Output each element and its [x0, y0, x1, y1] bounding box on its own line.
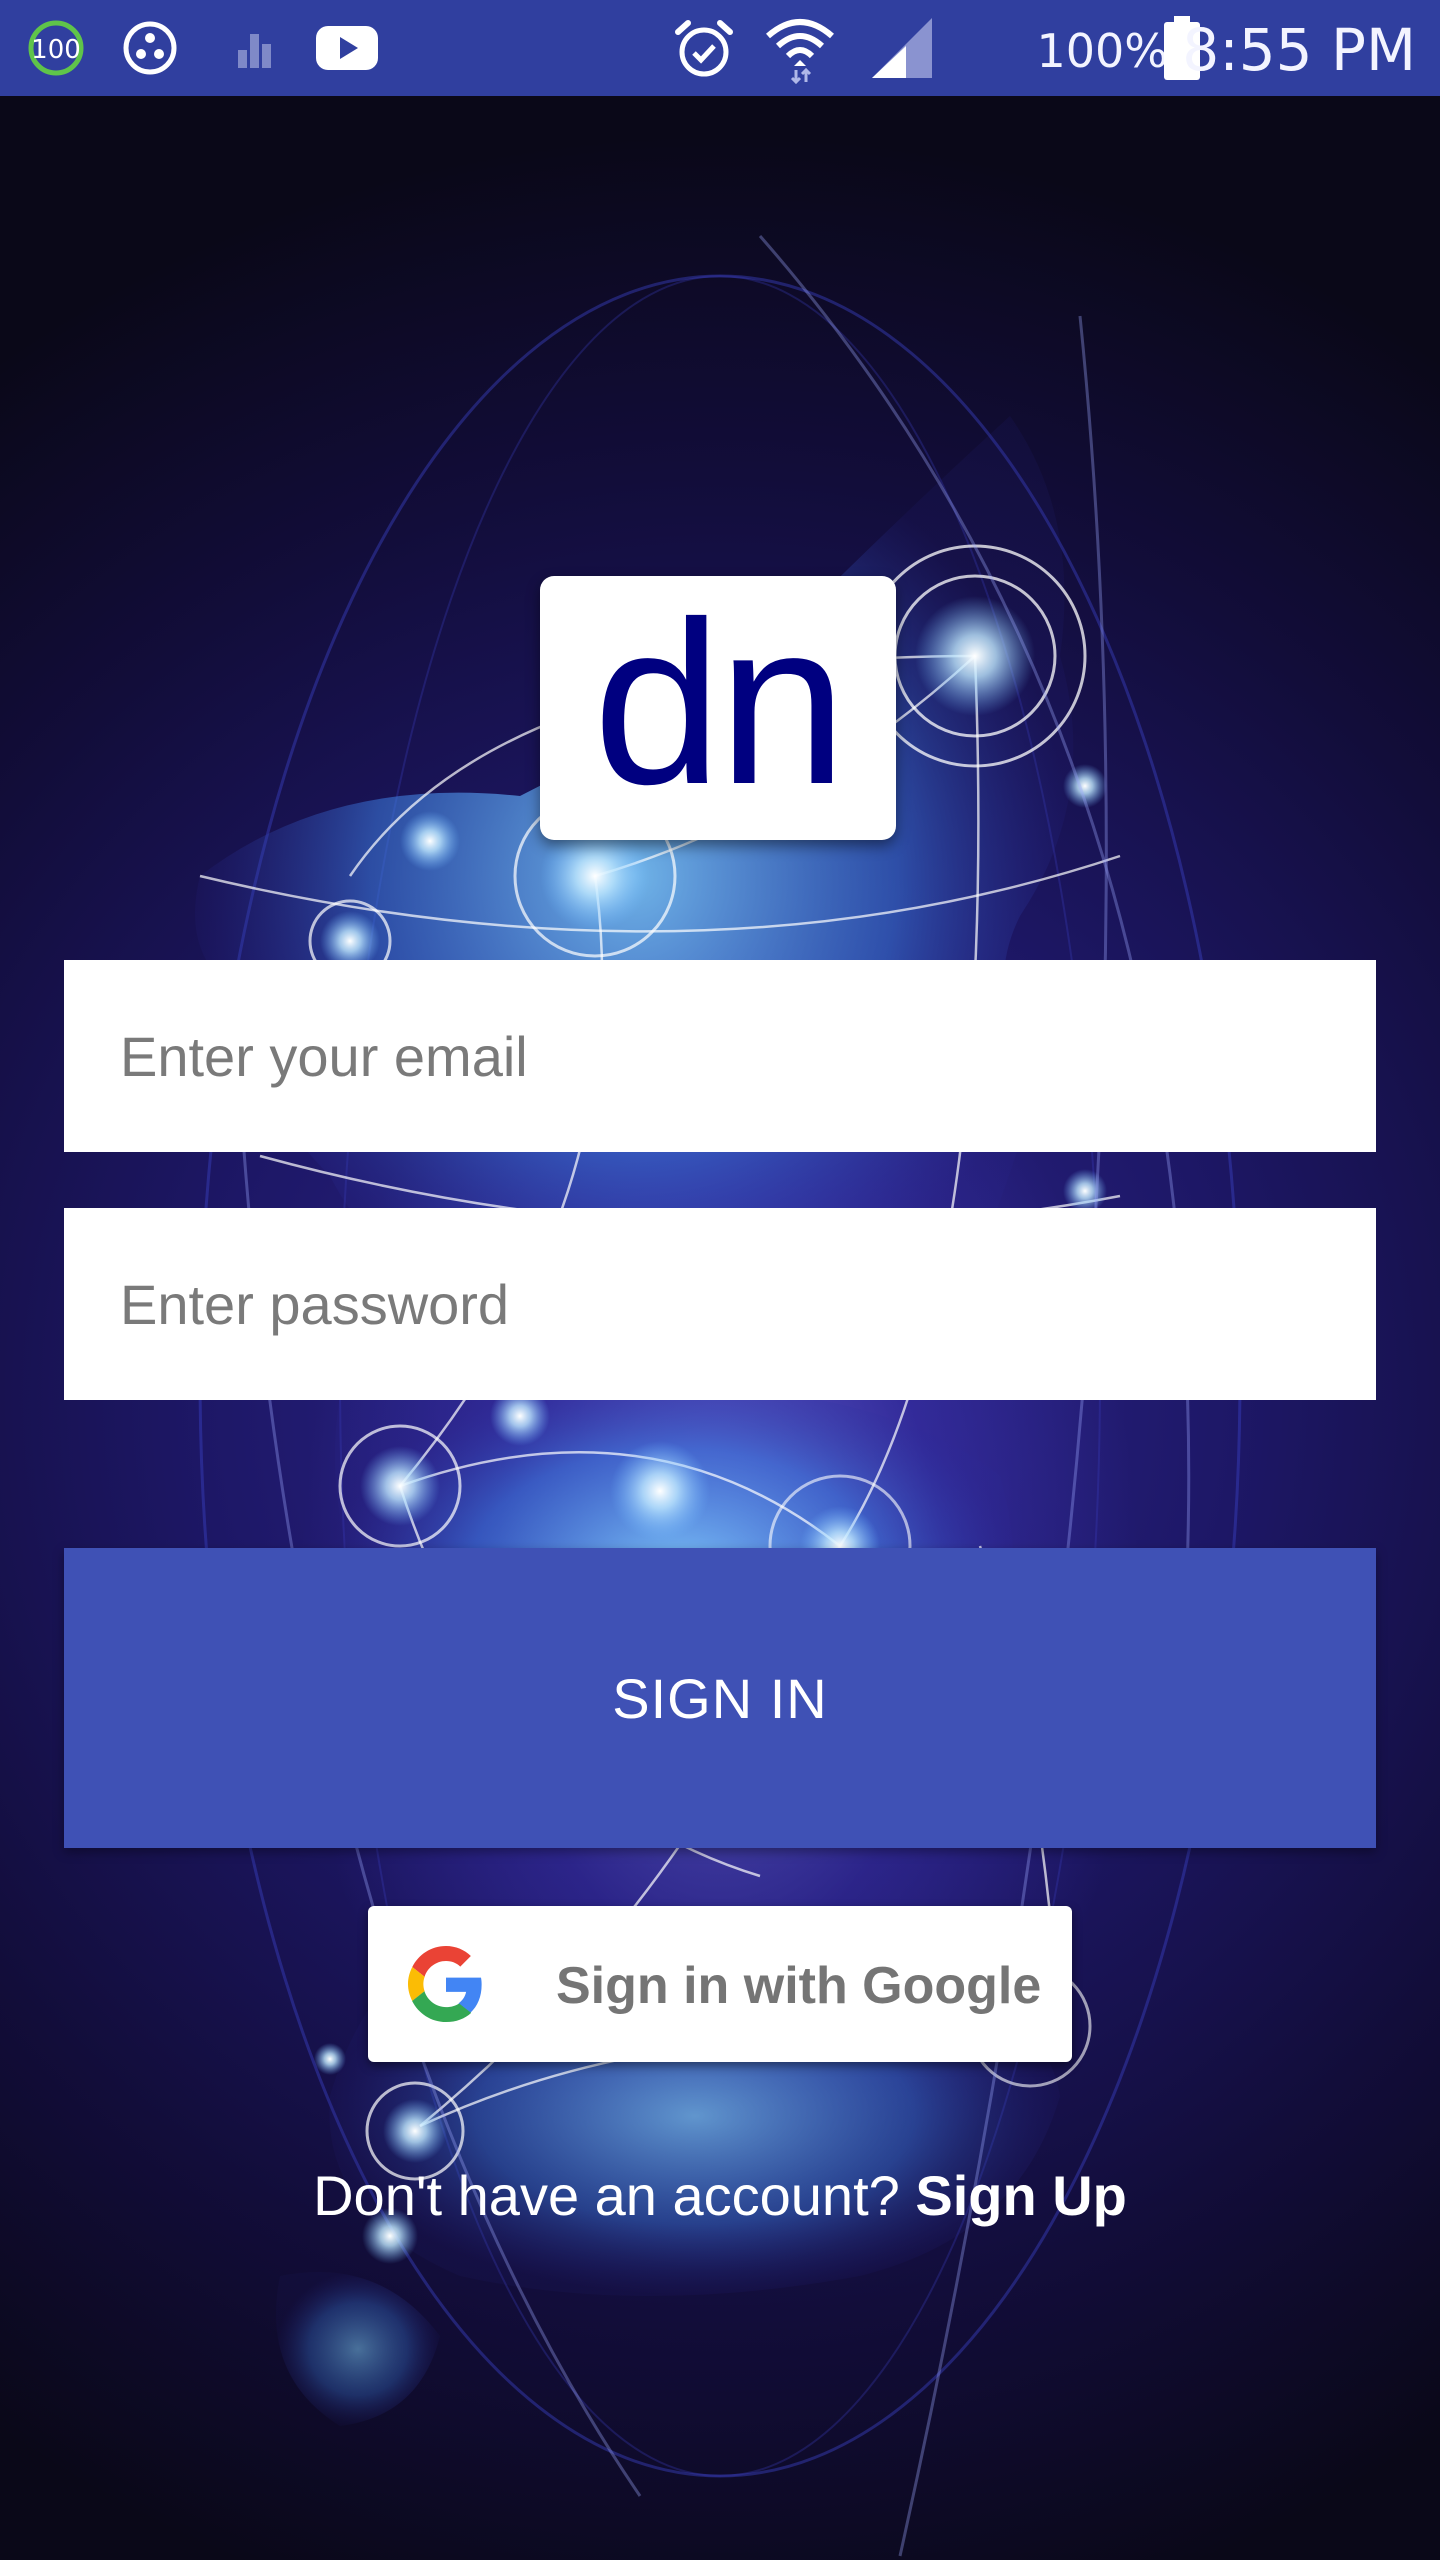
password-field[interactable] [64, 1208, 1376, 1400]
login-screen: 100 100% 8:55 PM dn Enter your email SIG… [0, 0, 1440, 2560]
score-100-icon: 100 [22, 20, 92, 81]
clock: 8:55 PM [1182, 16, 1416, 84]
cell-signal-icon [866, 16, 936, 85]
google-sign-in-button[interactable]: Sign in with Google [368, 1906, 1072, 2062]
app-logo-text: dn [592, 574, 847, 833]
bar-chart-icon [230, 20, 280, 81]
sign-up-link[interactable]: Sign Up [915, 2164, 1127, 2227]
signup-prompt-text: Don't have an account? [313, 2164, 900, 2227]
email-field[interactable] [64, 960, 1376, 1152]
signup-prompt: Don't have an account? Sign Up [0, 2164, 1440, 2228]
svg-text:100: 100 [31, 35, 81, 65]
wifi-icon [764, 14, 836, 89]
battery-percent: 100% [1036, 24, 1168, 78]
youtube-icon [312, 20, 382, 81]
app-logo: dn [540, 576, 896, 840]
sign-in-button[interactable]: SIGN IN [64, 1548, 1376, 1848]
status-bar: 100 100% 8:55 PM [0, 0, 1440, 96]
app-badge-icon [122, 20, 182, 81]
alarm-icon [672, 18, 736, 85]
google-sign-in-label: Sign in with Google [556, 1957, 1042, 2015]
google-g-icon [408, 1946, 484, 2022]
